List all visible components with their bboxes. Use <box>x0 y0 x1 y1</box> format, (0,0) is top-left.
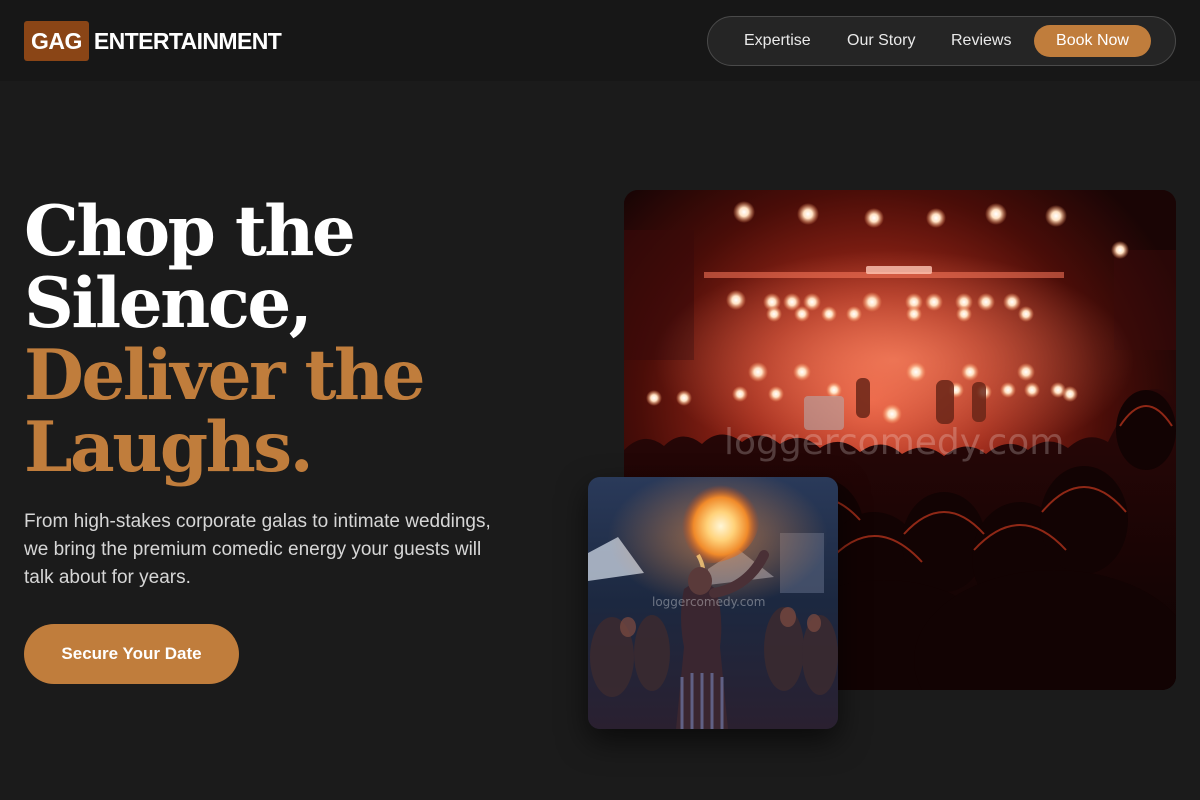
main-nav: Expertise Our Story Reviews Book Now <box>707 16 1176 66</box>
site-header: GAG ENTERTAINMENT Expertise Our Story Re… <box>0 0 1200 81</box>
nav-link-reviews[interactable]: Reviews <box>951 17 1011 65</box>
nav-link-our-story[interactable]: Our Story <box>847 17 915 65</box>
hero-subtext: From high-stakes corporate galas to inti… <box>24 511 491 588</box>
headline-line-4: Laughs. <box>24 407 314 488</box>
nav-link-expertise[interactable]: Expertise <box>744 17 811 65</box>
secure-your-date-button[interactable]: Secure Your Date <box>24 624 239 684</box>
logo-mark: GAG <box>24 21 89 61</box>
page: GAG ENTERTAINMENT Expertise Our Story Re… <box>0 0 1200 800</box>
fire-breather-illustration <box>588 477 838 729</box>
logo-name: ENTERTAINMENT <box>93 27 282 54</box>
headline-line-3: Deliver the <box>24 335 425 416</box>
headline-line-1: Chop the <box>24 191 356 272</box>
hero-headline: Chop the Silence, Deliver the Laughs. <box>24 196 494 484</box>
book-now-button[interactable]: Book Now <box>1034 25 1151 57</box>
fire-breather-image: loggercomedy.com <box>588 477 838 729</box>
brand-logo[interactable]: GAG ENTERTAINMENT <box>24 21 282 61</box>
headline-line-2: Silence, <box>24 263 313 344</box>
